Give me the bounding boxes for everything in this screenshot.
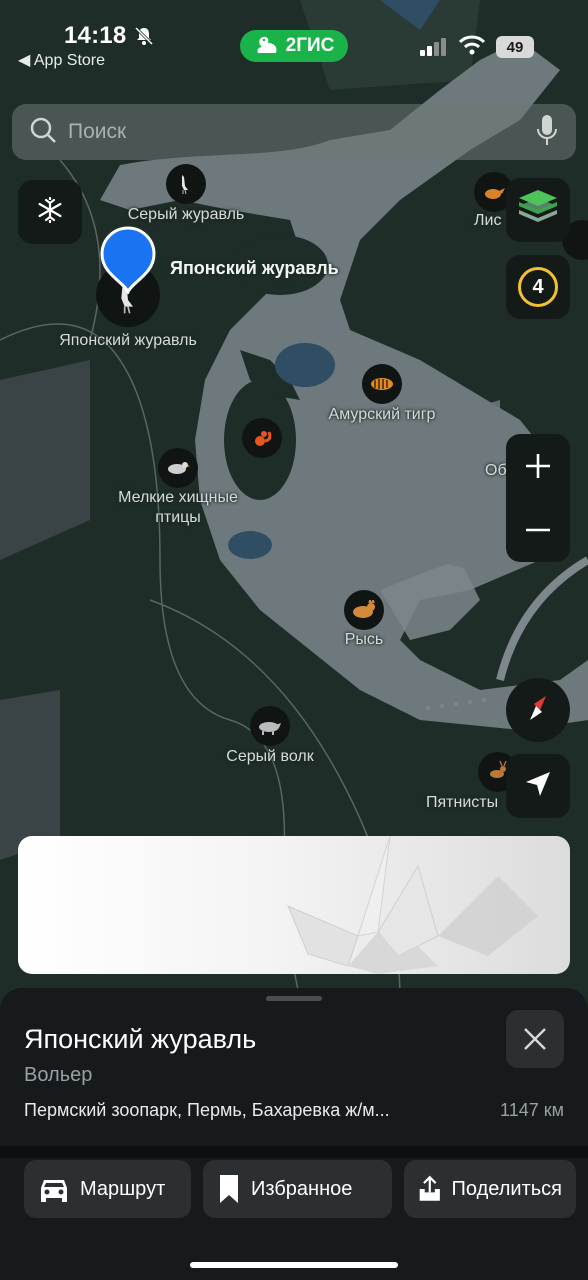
favorites-button[interactable]: Избранное [203,1160,392,1218]
map-label-grey-wolf: Серый волк [226,748,314,765]
traffic-level-badge: 4 [518,267,558,307]
zoom-control [506,434,570,562]
squirrel-poi-icon[interactable] [242,418,282,458]
route-button[interactable]: Маршрут [24,1160,191,1218]
wolf-poi-icon[interactable] [250,706,290,746]
zoom-out-button[interactable] [506,498,570,562]
plus-icon [526,454,550,478]
route-label: Маршрут [80,1177,166,1200]
divider [0,1146,588,1158]
close-icon [524,1028,546,1050]
navigation-arrow-icon [523,769,553,804]
map-label-spotted: Пятнисты [426,794,499,811]
compass-button[interactable] [506,678,570,742]
bell-muted-icon [134,26,154,51]
map-label-small-raptors: Мелкие хищные птицы [118,489,238,526]
map-label-japanese-crane: Японский журавль [59,332,197,349]
action-row: Маршрут Избранное Поделиться [24,1160,576,1218]
signal-icon [420,38,448,61]
car-icon [41,1180,67,1202]
share-label: Поделиться [451,1177,562,1200]
location-pin-icon[interactable] [98,224,158,299]
tiger-poi-icon[interactable] [362,364,402,404]
place-type: Вольер [24,1064,93,1086]
sheet-grabber[interactable] [266,996,322,1001]
place-address[interactable]: Пермский зоопарк, Пермь, Бахаревка ж/м..… [24,1100,390,1121]
origami-crane-image [287,836,538,974]
lynx-poi-icon[interactable] [344,590,384,630]
place-title: Японский журавль [24,1024,257,1054]
layers-button[interactable] [506,178,570,242]
home-indicator [190,1262,398,1268]
minus-icon [526,528,550,532]
bird-poi-icon[interactable] [158,448,198,488]
map-label-amur-tiger: Амурский тигр [328,406,436,423]
search-icon [28,115,58,150]
search-input[interactable] [68,120,508,144]
map-label-selected: Японский журавль [170,258,339,278]
my-location-button[interactable] [506,754,570,818]
back-to-app-store[interactable]: ◀ App Store [18,50,105,70]
bookmark-icon [220,1175,238,1203]
compass-icon [520,690,556,731]
share-icon [419,1175,440,1201]
status-bar: 14:18 ◀ App Store 2ГИС 49 [0,0,588,80]
place-card: Японский журавль Вольер Пермский зоопарк… [0,988,588,1280]
layers-icon [517,188,559,233]
duck-logo-icon [257,36,277,53]
favorites-label: Избранное [251,1177,353,1200]
brand-badge: 2ГИС [240,30,348,62]
map-label-obl: Об [485,462,507,479]
close-button[interactable] [506,1010,564,1068]
promo-banner[interactable] [18,836,570,974]
zoom-in-button[interactable] [506,434,570,498]
place-distance: 1147 км [500,1100,564,1120]
crane-poi-icon[interactable] [166,164,206,204]
snowflake-button[interactable] [18,180,82,244]
brand-name: 2ГИС [285,35,335,56]
snowflake-icon [36,196,64,229]
search-bar[interactable] [12,104,576,160]
share-button[interactable]: Поделиться [404,1160,576,1218]
map-label-grey-crane: Серый журавль [127,206,245,223]
microphone-icon[interactable] [536,113,558,152]
wifi-icon [458,34,486,61]
map-label-lynx: Рысь [344,631,384,648]
map-label-fox: Лис [474,212,502,229]
status-time: 14:18 [64,22,127,49]
traffic-level-button[interactable]: 4 [506,255,570,319]
battery-indicator: 49 [496,36,534,58]
